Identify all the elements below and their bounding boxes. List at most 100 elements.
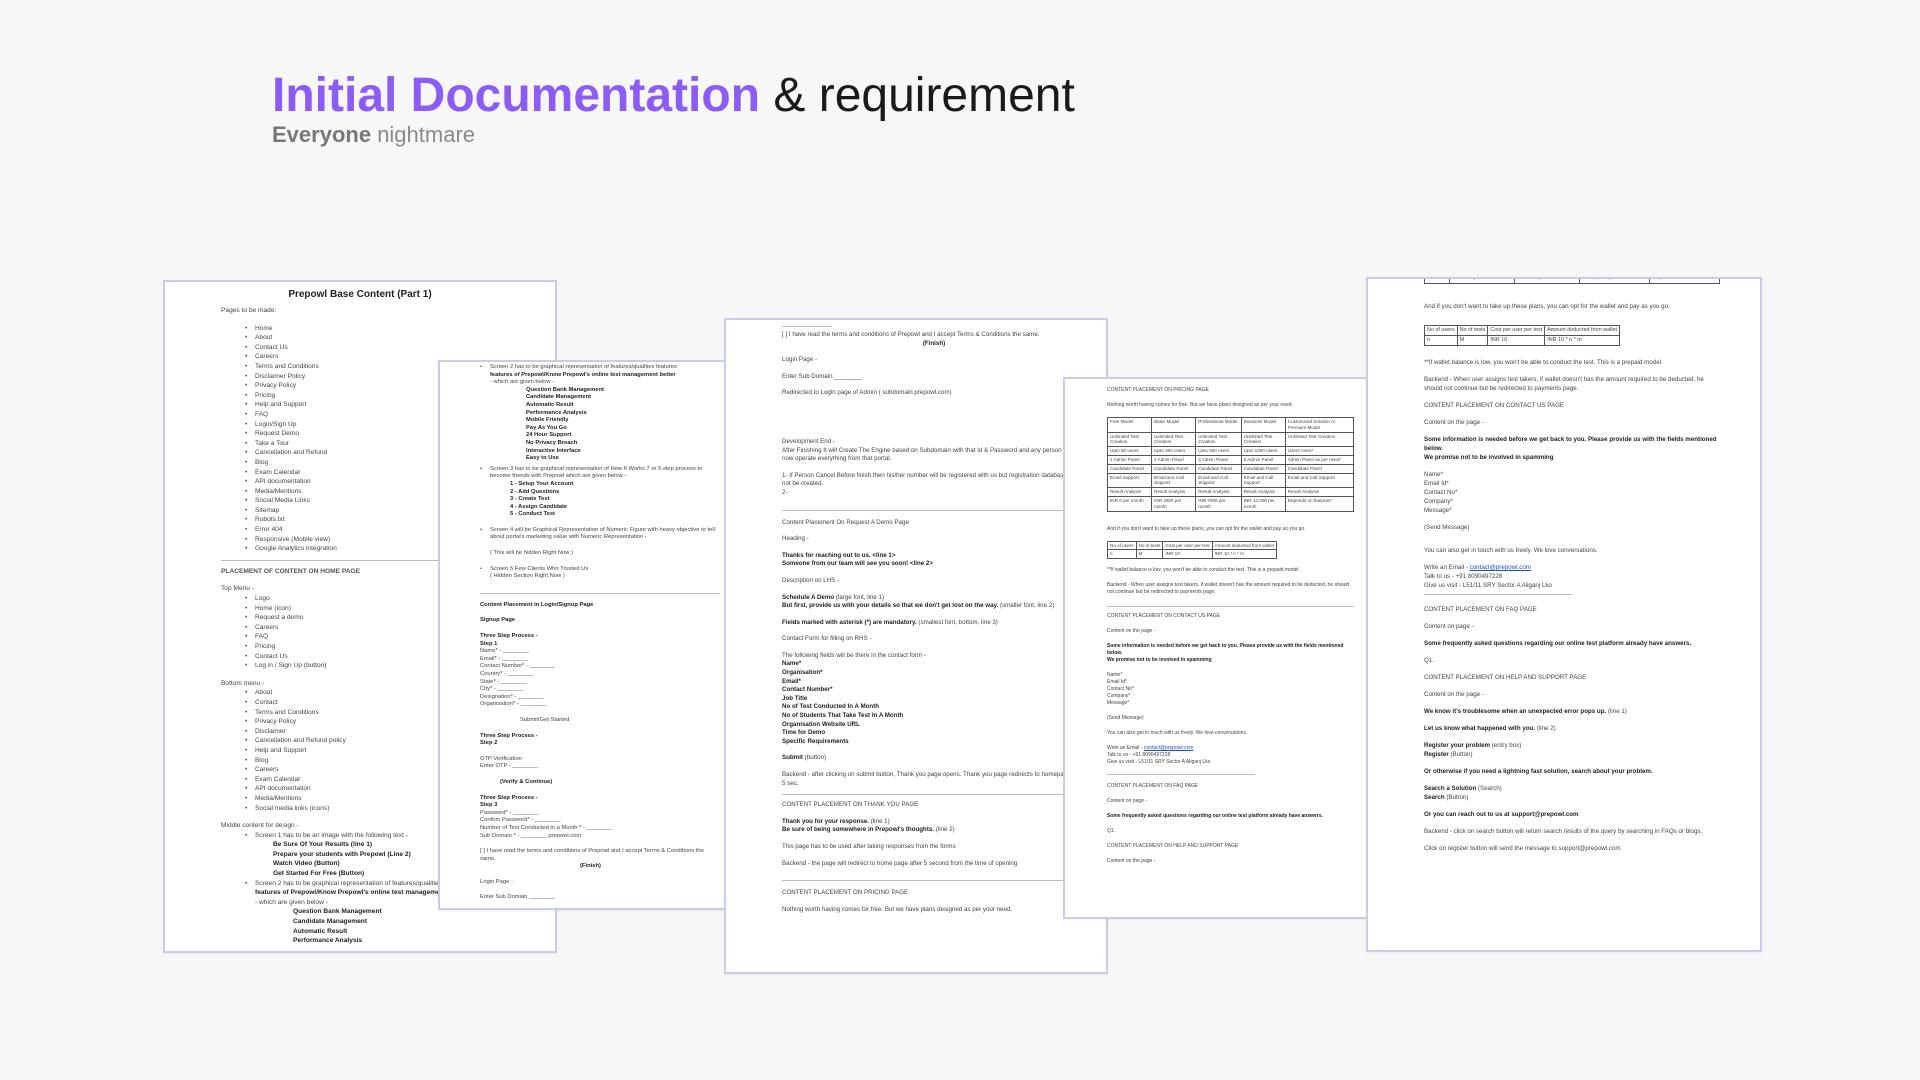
table-cell: Unlimited Test Creation xyxy=(1240,431,1286,448)
doc2-step2-line: OTP Verification xyxy=(480,755,522,762)
table-cell: Result Analysis xyxy=(1240,487,1286,497)
doc4-faq-heading: CONTENT PLACEMENT ON FAQ PAGE xyxy=(1107,783,1199,790)
doc3-redirect: Redirected to Login page of Admin ( subd… xyxy=(782,389,952,397)
table-cell: Admin Panel as per need* xyxy=(1284,454,1355,465)
list-item: 4 - Assign Candidate xyxy=(510,503,568,510)
table-cell: Upto 500 users xyxy=(1195,446,1242,456)
doc4-visit: Give us visit - L51/11 SRY Sector A Alig… xyxy=(1107,759,1211,766)
list-item: Screen 4 will be Graphical Representatio… xyxy=(480,527,720,542)
table-cell: Email and Call Support xyxy=(1284,472,1355,489)
doc5-search-1: Search a Solution xyxy=(1424,785,1477,792)
list-item: No Privacy Breach xyxy=(526,439,578,446)
doc4-help-heading: CONTENT PLACEMENT ON HELP AND SUPPORT PA… xyxy=(1107,843,1239,850)
list-item: Name* - ________ xyxy=(480,648,529,655)
doc2-enter-sub: Enter Sub Domain ________ xyxy=(480,894,555,901)
doc5-write-label: Write an Email - xyxy=(1424,564,1468,571)
doc5-contact-heading: CONTENT PLACEMENT ON CONTACT US PAGE xyxy=(1424,402,1565,409)
list-item: Easy to Use xyxy=(526,455,559,462)
doc5-faq-bold: Some frequently asked questions regardin… xyxy=(1424,640,1692,647)
table-cell: INR 2500 per month xyxy=(1448,279,1515,284)
doc2-fields1: Name* - ________ Email* - ________ Contact… xyxy=(480,648,720,709)
list-item: Country* - ________ xyxy=(480,671,534,677)
subtitle-rest: nightmare xyxy=(377,122,476,147)
table-cell: n xyxy=(1424,335,1458,346)
doc4-plans-table: Free Model Basic Model Professional Model B… xyxy=(1106,417,1355,512)
doc3-dev-end: Development End - xyxy=(782,437,835,445)
doc5-help-label: Content on the page - xyxy=(1424,691,1484,698)
table-cell: INR 10 xyxy=(1487,335,1546,346)
table-cell: Business Model xyxy=(1240,417,1286,433)
list-item: 3 - Create Test xyxy=(510,496,550,503)
table-cell: INR 12,000 per month xyxy=(1240,495,1286,512)
doc4-help-label: Content on the page - xyxy=(1107,858,1156,865)
table-row: n M INR 10 INR 10 * n * m xyxy=(1424,335,1621,346)
list-item: 1 - Setup Your Account xyxy=(510,480,574,487)
table-cell: 3 Admin Panel xyxy=(1195,454,1242,465)
table-cell: 5 Admin Panel xyxy=(1240,454,1286,465)
doc4-send: (Send Message) xyxy=(1107,715,1144,722)
table-row: No of users No of tests Cost per user per … xyxy=(1107,540,1278,551)
doc3-pricing-text: Nothing worth having comes for free. But… xyxy=(782,905,1013,913)
doc5-search-2-note: (Button) xyxy=(1446,794,1469,801)
list-item: Home xyxy=(245,324,535,334)
doc2-finish: (Finish) xyxy=(580,863,601,870)
doc4-talk: Talk to us - +91 8090497228 xyxy=(1107,752,1171,759)
doc4-wallet-text: And if you don't want to take up these p… xyxy=(1107,525,1306,532)
list-item: Mobile Friendly xyxy=(526,417,569,424)
doc3-thank-heading: CONTENT PLACEMENT ON THANK YOU PAGE xyxy=(782,801,919,809)
table-cell: Candidate Panel xyxy=(1240,463,1286,474)
list-item: Organisation Website URL xyxy=(782,720,860,728)
doc5-help-1-note: (line 1) xyxy=(1607,708,1627,715)
table-row: Result Analysis Result Analysis Result Ana… xyxy=(1106,487,1355,497)
doc5-search-1-note: (Search) xyxy=(1478,785,1502,792)
list-item: Screen 3 has to be graphical representat… xyxy=(480,466,720,481)
table-row: Unlimited Test Creation Unlimited Test Cr… xyxy=(1106,431,1355,448)
table-cell: Unlimited Test Creation xyxy=(1106,431,1153,448)
doc3-finish: (Finish) xyxy=(922,339,946,347)
table-cell: Email Support xyxy=(1106,472,1153,489)
doc5-reach: Or you can reach out to us at support@pr… xyxy=(1424,811,1579,818)
list-item: Email* - ________ xyxy=(480,655,528,662)
table-cell: No of tests xyxy=(1456,325,1489,336)
doc5-search-backend: Backend - click on search button will re… xyxy=(1424,828,1703,835)
doc2-screen5: Screen 5 Few Clients Who Trusted Us xyxy=(480,566,720,574)
doc4-touch: You can also get in touch with us freely… xyxy=(1107,730,1248,737)
doc4-email-link[interactable]: contact@prepowl.com xyxy=(1144,745,1194,751)
doc5-search-2: Search xyxy=(1424,794,1445,801)
doc5-contact-bold: Some information is needed before we get… xyxy=(1424,436,1717,452)
table-cell: No of users xyxy=(1424,325,1458,336)
doc2-login-heading: Content Placement in Login/Signup Page xyxy=(480,601,594,608)
doc5-email-link[interactable]: contact@prepowl.com xyxy=(1470,564,1531,571)
slide-title: Initial Documentation & requirement xyxy=(272,68,1075,124)
table-cell: INR 10 xyxy=(1162,549,1213,560)
doc2-screen4-note: ( This will be hidden Right Now ) xyxy=(490,550,574,557)
doc4-wallet-backend: Backend - When user assigns test takers,… xyxy=(1107,582,1350,596)
doc3-dev-note: 1- If Person Cancel Before finish then h… xyxy=(782,471,1078,488)
list-item: Designation* - ________ xyxy=(480,693,544,700)
list-item: Confirm Password* - ________ xyxy=(480,817,561,824)
doc5-wallet-backend: Backend - When user assigns test takers,… xyxy=(1424,376,1704,392)
list-item: Candidate Management xyxy=(526,394,592,401)
table-row: Upto 50 users Upto 200 users Upto 500 user… xyxy=(1106,446,1355,456)
doc3-form-label: Contact Form for filling on RHS - xyxy=(782,635,872,643)
doc2-fields3: Password* - ________ Confirm Password* - … xyxy=(480,810,720,840)
document-page-3: [ ] I have read the terms and conditions… xyxy=(724,318,1108,974)
doc2-terms: [ ] I have read the terms and conditions… xyxy=(480,848,704,862)
table-cell: INR 12,000 per month xyxy=(1578,279,1651,284)
table-cell: No of tests xyxy=(1135,540,1164,551)
table-cell: M xyxy=(1456,335,1489,346)
table-cell: Candidate Panel xyxy=(1151,463,1197,474)
subtitle-bold: Everyone xyxy=(272,122,372,147)
doc3-heading-label: Heading - xyxy=(782,535,809,543)
table-row: No of users No of tests Cost per user per … xyxy=(1424,325,1621,336)
doc4-faq-label: Content on page - xyxy=(1107,798,1148,805)
table-row: 1 Admin Panel 2 Admin Panel 3 Admin Panel 5… xyxy=(1106,454,1355,465)
table-cell: Email and Call Support xyxy=(1195,472,1242,489)
doc5-faq-heading: CONTENT PLACEMENT ON FAQ PAGE xyxy=(1424,606,1537,613)
table-cell: Result Analysis xyxy=(1106,487,1153,497)
table-cell: Candidate Panel xyxy=(1106,463,1153,474)
doc4-contact-label: Content on the page - xyxy=(1107,628,1156,635)
doc5-otherwise: Or otherwise if you need a lightning fas… xyxy=(1424,768,1653,775)
list-item: No of Students That Take Test In A Month xyxy=(782,712,904,720)
table-cell: Upto 200 users xyxy=(1151,446,1197,456)
